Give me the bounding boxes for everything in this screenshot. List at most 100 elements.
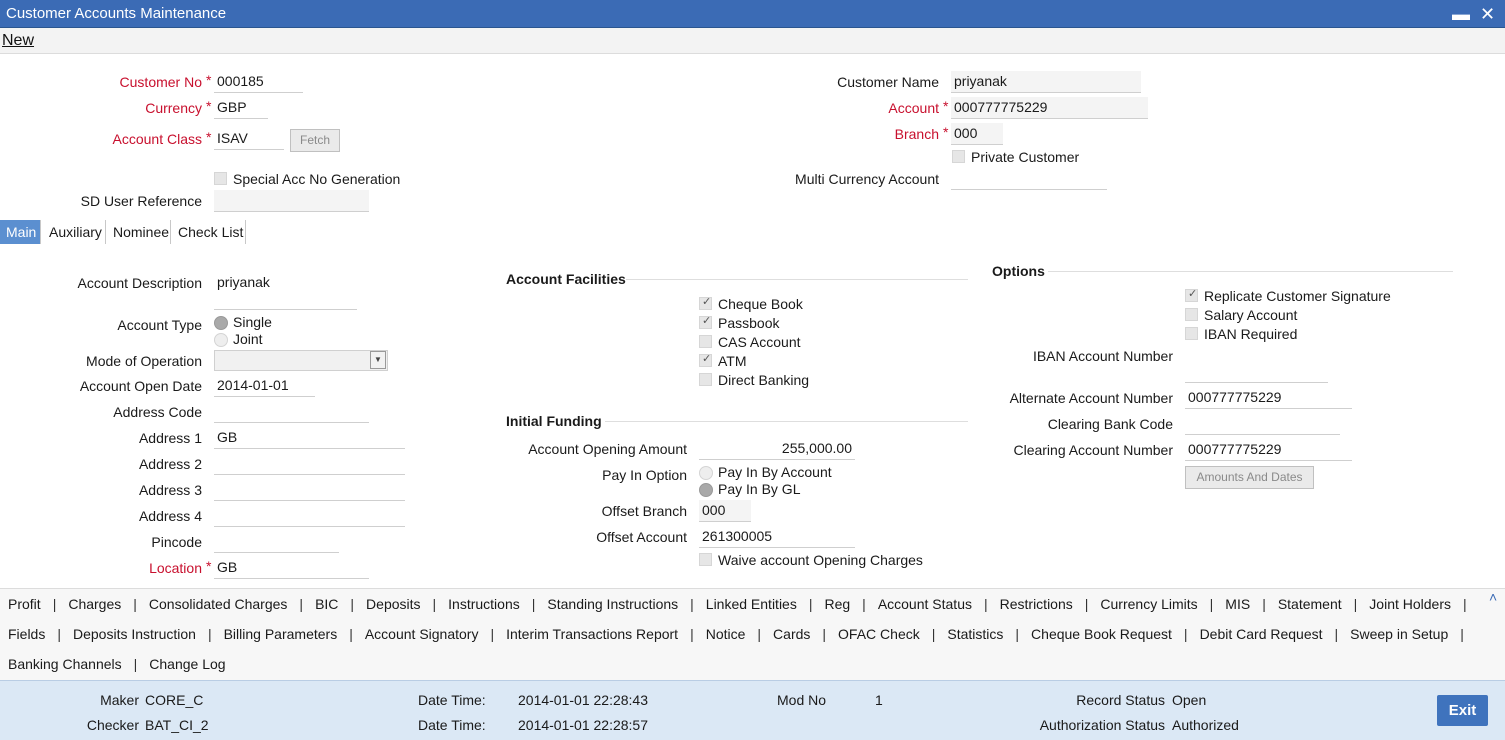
account-description-label: Account Description	[77, 275, 202, 291]
account-class-label: Account Class	[112, 131, 202, 147]
link-debit-card-request[interactable]: Debit Card Request	[1200, 626, 1323, 642]
close-icon[interactable]: ✕	[1480, 3, 1495, 25]
link-cheque-book-request[interactable]: Cheque Book Request	[1031, 626, 1172, 642]
waive-charges-checkbox[interactable]	[699, 553, 712, 566]
iban-account-number-field[interactable]	[1185, 346, 1328, 383]
customer-no-field[interactable]: 000185	[214, 71, 303, 93]
collapse-icon[interactable]: ˄	[1489, 589, 1497, 605]
account-type-single-radio[interactable]	[214, 316, 228, 330]
link-statement[interactable]: Statement	[1278, 596, 1342, 612]
account-opening-amount-field[interactable]: 255,000.00	[699, 438, 855, 460]
link-standing-instructions[interactable]: Standing Instructions	[547, 596, 678, 612]
link-separator: |	[1015, 626, 1020, 642]
link-bic[interactable]: BIC	[315, 596, 338, 612]
replicate-signature-checkbox[interactable]	[1185, 287, 1198, 302]
link-billing-parameters[interactable]: Billing Parameters	[224, 626, 338, 642]
link-sweep-in-setup[interactable]: Sweep in Setup	[1350, 626, 1448, 642]
address-4-field[interactable]	[214, 505, 405, 527]
minimize-icon[interactable]: ▬	[1452, 3, 1470, 25]
sd-user-reference-field[interactable]	[214, 190, 369, 212]
pay-in-by-account-radio[interactable]	[699, 466, 713, 480]
special-acc-label: Special Acc No Generation	[233, 171, 401, 187]
pincode-field[interactable]	[214, 531, 339, 553]
record-status-value: Open	[1172, 692, 1207, 708]
private-customer-checkbox[interactable]	[952, 150, 965, 163]
waive-charges-label: Waive account Opening Charges	[718, 552, 923, 568]
link-restrictions[interactable]: Restrictions	[1000, 596, 1073, 612]
link-charges[interactable]: Charges	[68, 596, 121, 612]
link-account-signatory[interactable]: Account Signatory	[365, 626, 479, 642]
tab-main[interactable]: Main	[0, 220, 41, 244]
mode-of-operation-select[interactable]: ▼	[214, 350, 388, 371]
direct-banking-checkbox[interactable]	[699, 373, 712, 386]
cheque-book-checkbox[interactable]	[699, 295, 712, 310]
link-deposits-instruction[interactable]: Deposits Instruction	[73, 626, 196, 642]
address-2-field[interactable]	[214, 453, 405, 475]
offset-branch-label: Offset Branch	[601, 503, 687, 519]
link-linked-entities[interactable]: Linked Entities	[706, 596, 797, 612]
special-acc-checkbox[interactable]	[214, 172, 227, 185]
account-field[interactable]: 000777775229	[951, 97, 1148, 119]
salary-account-checkbox[interactable]	[1185, 308, 1198, 321]
link-interim-transactions-report[interactable]: Interim Transactions Report	[506, 626, 678, 642]
title-bar: Customer Accounts Maintenance ▬ ✕	[0, 0, 1505, 28]
link-separator: |	[350, 596, 355, 612]
address-code-field[interactable]	[214, 401, 369, 423]
new-link[interactable]: New	[2, 32, 34, 50]
required-marker: *	[206, 558, 212, 574]
iban-required-checkbox[interactable]	[1185, 327, 1198, 340]
passbook-label: Passbook	[718, 315, 780, 331]
address-1-field[interactable]: GB	[214, 427, 405, 449]
maker-datetime-value: 2014-01-01 22:28:43	[518, 692, 648, 708]
fetch-button[interactable]: Fetch	[290, 129, 340, 152]
link-joint-holders[interactable]: Joint Holders	[1369, 596, 1451, 612]
link-ofac-check[interactable]: OFAC Check	[838, 626, 920, 642]
link-notice[interactable]: Notice	[706, 626, 746, 642]
link-mis[interactable]: MIS	[1225, 596, 1250, 612]
link-consolidated-charges[interactable]: Consolidated Charges	[149, 596, 288, 612]
link-currency-limits[interactable]: Currency Limits	[1100, 596, 1197, 612]
menu-bar: New	[0, 28, 1505, 54]
link-banking-channels[interactable]: Banking Channels	[8, 656, 122, 672]
address-3-field[interactable]	[214, 479, 405, 501]
offset-branch-field[interactable]: 000	[699, 500, 751, 522]
link-separator: |	[349, 626, 353, 642]
tab-auxiliary[interactable]: Auxiliary	[43, 220, 106, 244]
account-open-date-field[interactable]: 2014-01-01	[214, 375, 315, 397]
location-field[interactable]: GB	[214, 557, 369, 579]
currency-field[interactable]: GBP	[214, 97, 268, 119]
account-type-joint-radio[interactable]	[214, 333, 228, 347]
account-description-field[interactable]: priyanak	[214, 272, 357, 310]
link-cards[interactable]: Cards	[773, 626, 810, 642]
atm-checkbox[interactable]	[699, 352, 712, 367]
cas-account-checkbox[interactable]	[699, 335, 712, 348]
link-change-log[interactable]: Change Log	[149, 656, 225, 672]
link-profit[interactable]: Profit	[8, 596, 41, 612]
link-account-status[interactable]: Account Status	[878, 596, 972, 612]
clearing-account-number-label: Clearing Account Number	[1013, 442, 1173, 458]
clearing-bank-code-field[interactable]	[1185, 413, 1340, 435]
exit-button[interactable]: Exit	[1437, 695, 1488, 726]
tab-check-list[interactable]: Check List	[172, 220, 246, 244]
alternate-account-number-field[interactable]: 000777775229	[1185, 387, 1352, 409]
pay-in-by-gl-radio[interactable]	[699, 483, 713, 497]
chevron-down-icon[interactable]: ▼	[370, 351, 386, 369]
account-class-field[interactable]: ISAV	[214, 128, 284, 150]
offset-account-label: Offset Account	[596, 529, 687, 545]
link-separator: |	[690, 626, 694, 642]
link-fields[interactable]: Fields	[8, 626, 45, 642]
link-deposits[interactable]: Deposits	[366, 596, 420, 612]
passbook-checkbox[interactable]	[699, 314, 712, 329]
amounts-and-dates-button[interactable]: Amounts And Dates	[1185, 466, 1314, 489]
branch-field[interactable]: 000	[951, 123, 1003, 145]
pay-in-by-gl-label: Pay In By GL	[718, 481, 801, 497]
link-statistics[interactable]: Statistics	[947, 626, 1003, 642]
tab-nominee[interactable]: Nominee	[107, 220, 171, 244]
pay-in-option-label: Pay In Option	[602, 467, 687, 483]
multi-currency-field[interactable]	[951, 168, 1107, 190]
customer-name-field[interactable]: priyanak	[951, 71, 1141, 93]
clearing-account-number-field[interactable]: 000777775229	[1185, 439, 1352, 461]
link-reg[interactable]: Reg	[824, 596, 850, 612]
offset-account-field[interactable]: 261300005	[699, 526, 855, 548]
link-instructions[interactable]: Instructions	[448, 596, 520, 612]
